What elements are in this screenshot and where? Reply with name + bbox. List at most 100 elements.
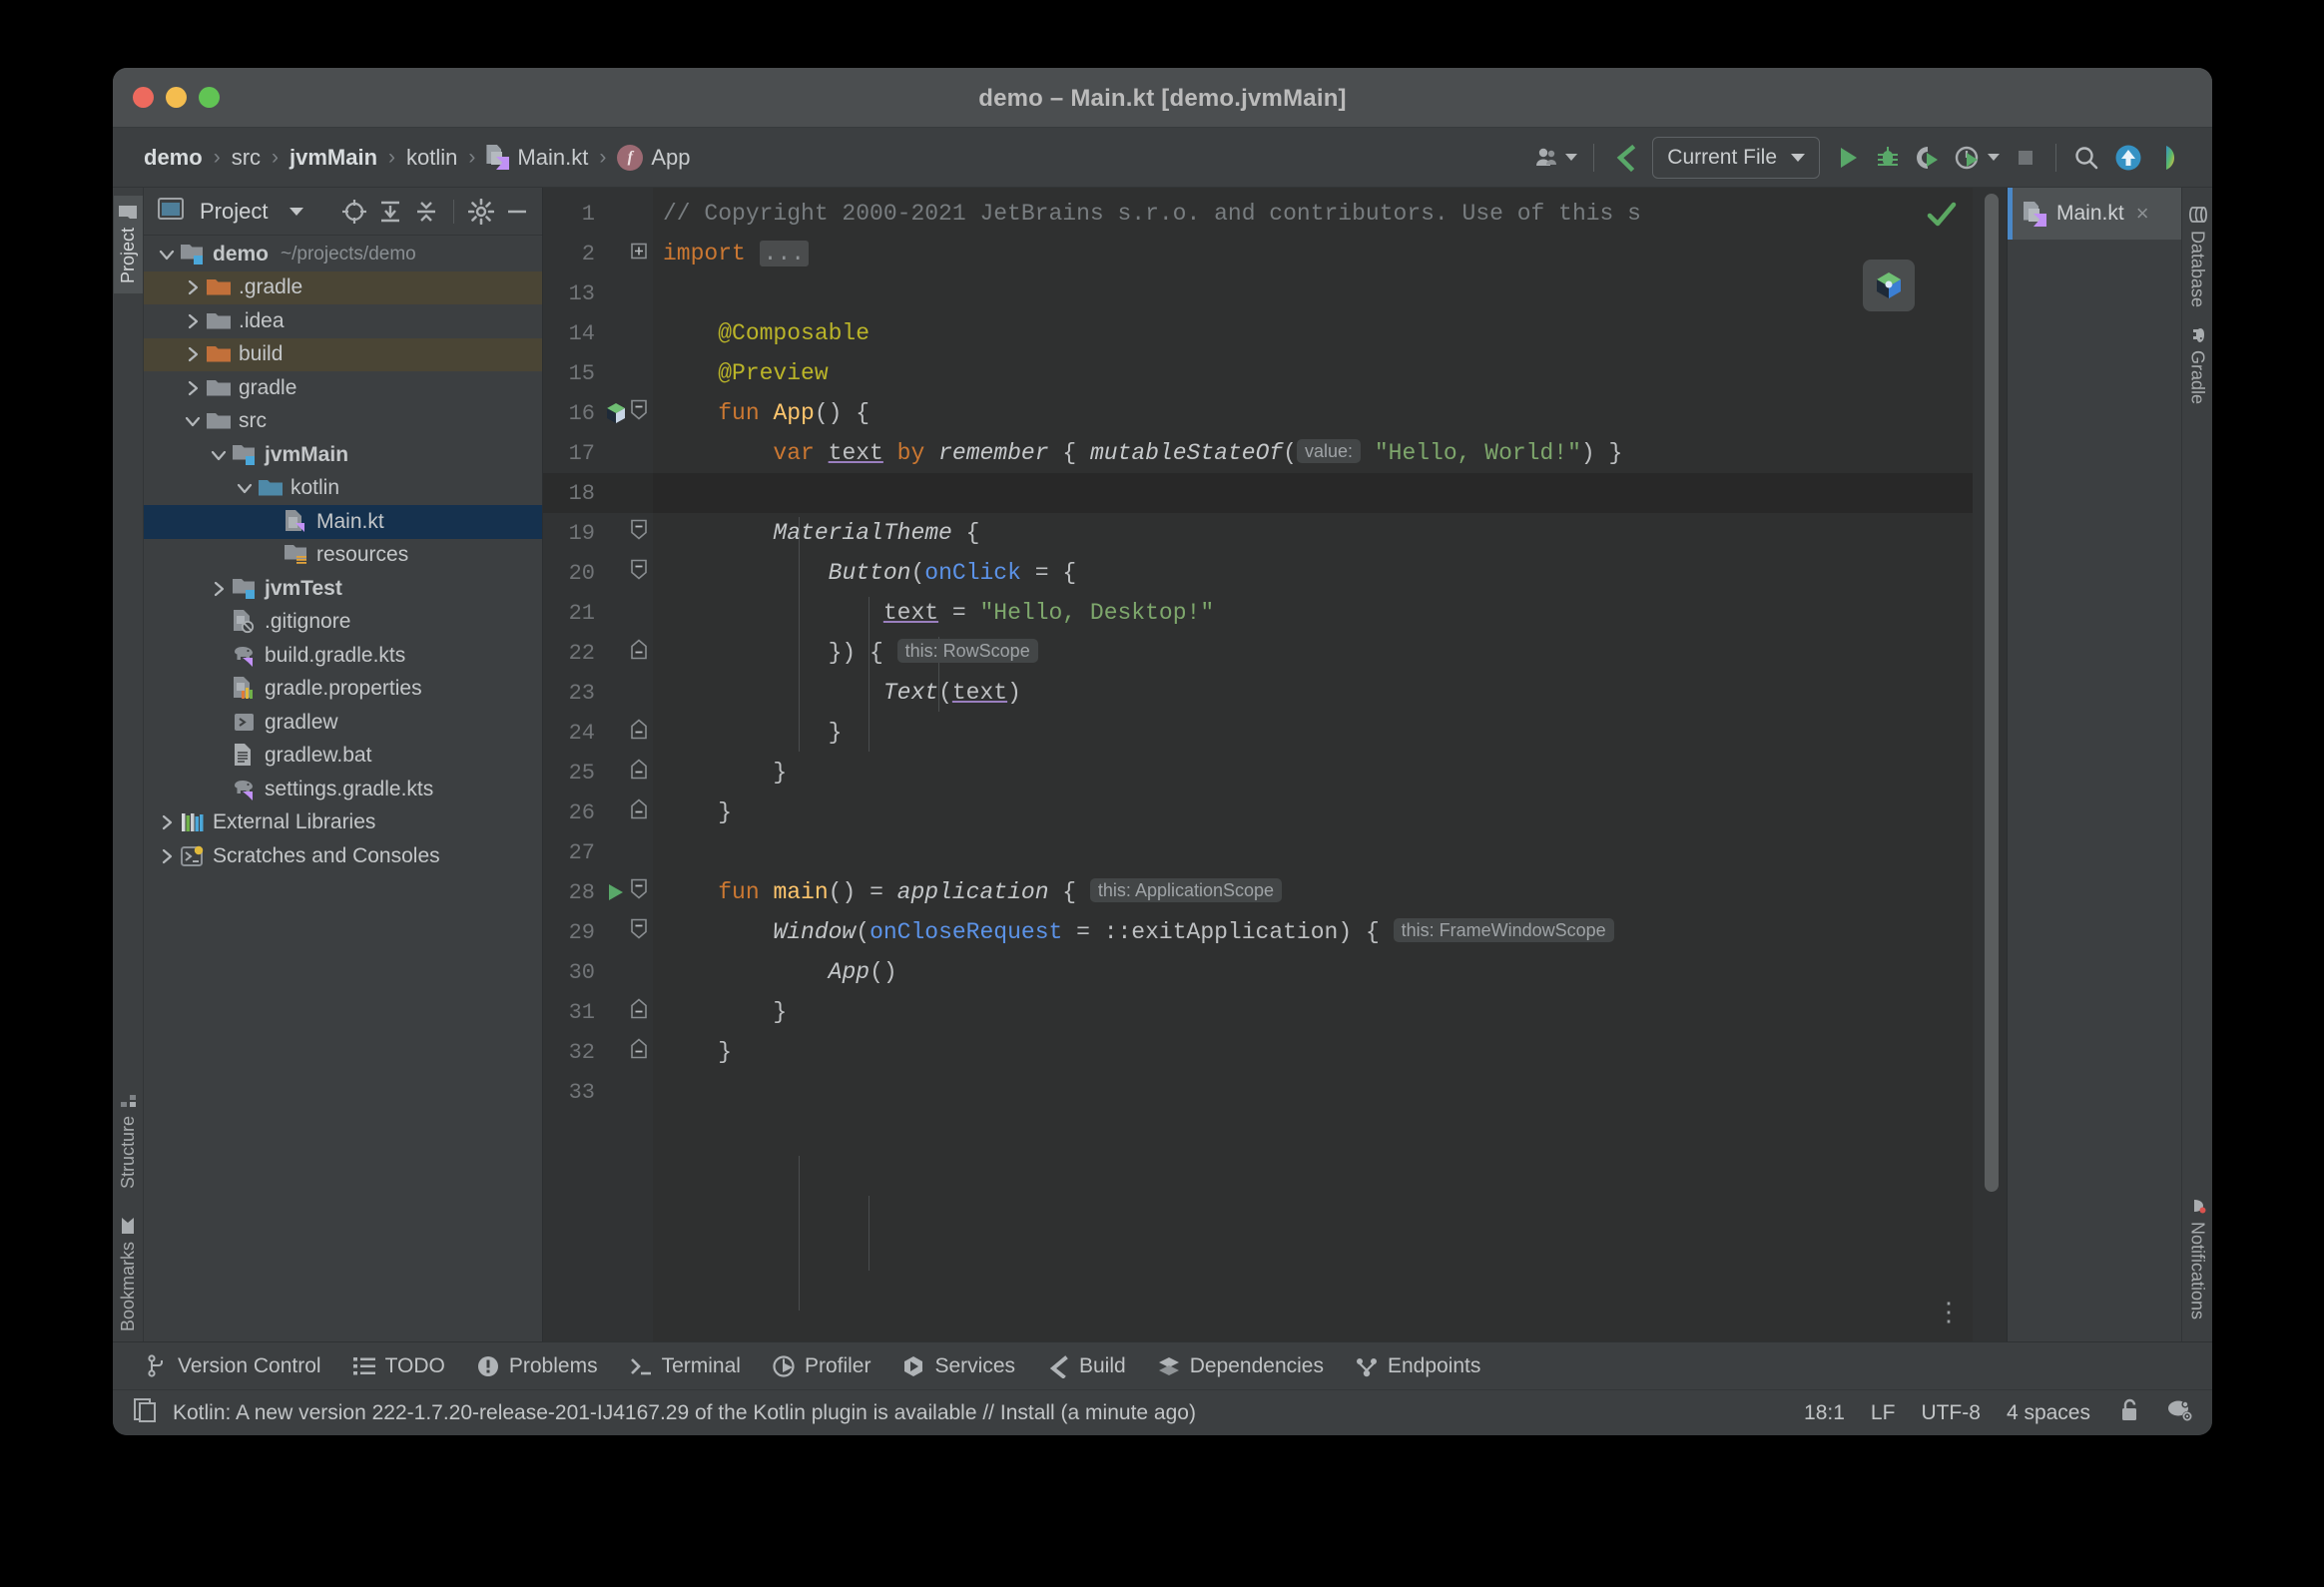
code-line[interactable]: } (653, 713, 1973, 753)
code-fold-plus-icon[interactable] (631, 242, 647, 266)
chevron-right-icon[interactable] (180, 344, 206, 364)
sidebar-item-project[interactable]: Project (114, 196, 143, 293)
code-line[interactable]: Button(onClick = { (653, 553, 1973, 593)
gutter-line[interactable]: 15 (543, 353, 653, 393)
code-line[interactable]: fun main() = application { this: Applica… (653, 872, 1973, 912)
gutter-line[interactable]: 13 (543, 273, 653, 313)
sidebar-item-bookmarks[interactable]: Bookmarks (114, 1199, 143, 1341)
tree-node-build-gradle-kts[interactable]: build.gradle.kts (144, 639, 542, 673)
stop-icon[interactable] (2006, 137, 2045, 179)
indent-setting[interactable]: 4 spaces (2007, 1401, 2090, 1425)
code-line[interactable]: Text(text) (653, 673, 1973, 713)
gutter-line[interactable]: 28 (543, 872, 653, 912)
run-with-coverage-icon[interactable] (1908, 137, 1948, 179)
bottom-tab-build[interactable]: Build (1031, 1348, 1142, 1384)
ide-avatar-icon[interactable] (2150, 137, 2194, 179)
status-message[interactable]: Kotlin: A new version 222-1.7.20-release… (173, 1401, 1196, 1425)
hide-panel-icon[interactable] (502, 197, 532, 227)
bottom-tab-todo[interactable]: TODO (337, 1348, 461, 1384)
bottom-tab-services[interactable]: Services (886, 1348, 1031, 1384)
gutter-line[interactable]: 30 (543, 952, 653, 992)
breadcrumb-item-mainkt[interactable]: Main.kt (479, 143, 595, 173)
tree-node-src[interactable]: src (144, 405, 542, 439)
code-line[interactable]: // Copyright 2000-2021 JetBrains s.r.o. … (653, 194, 1973, 234)
chevron-down-icon[interactable] (180, 411, 206, 431)
code-fold-minus-icon[interactable] (631, 520, 647, 547)
ide-settings-icon[interactable] (2166, 1397, 2194, 1428)
select-opened-file-icon[interactable] (339, 197, 369, 227)
gutter-line[interactable]: 29 (543, 912, 653, 952)
chevron-right-icon[interactable] (180, 378, 206, 398)
sidebar-item-gradle[interactable]: Gradle (2183, 317, 2212, 414)
bottom-tab-terminal[interactable]: Terminal (614, 1348, 757, 1384)
chevron-down-icon[interactable] (154, 245, 180, 264)
code-fold-minus-end-icon[interactable] (631, 640, 647, 667)
gutter-line[interactable]: 33 (543, 1072, 653, 1112)
chevron-right-icon[interactable] (206, 579, 232, 599)
sidebar-item-database[interactable]: Database (2183, 196, 2212, 317)
run-configuration-selector[interactable]: Current File (1652, 137, 1820, 179)
close-icon[interactable]: × (2136, 201, 2149, 227)
code-fold-minus-icon[interactable] (631, 919, 647, 946)
gutter-line[interactable]: 23 (543, 673, 653, 713)
project-tree[interactable]: demo~/projects/demo.gradle.ideabuildgrad… (144, 236, 542, 1341)
run-arrow[interactable] (603, 879, 629, 905)
tree-node--gradle[interactable]: .gradle (144, 271, 542, 305)
profile-icon[interactable] (1948, 137, 2006, 179)
gutter-line[interactable]: 20 (543, 553, 653, 593)
code-line[interactable]: App() (653, 952, 1973, 992)
bottom-tab-endpoints[interactable]: Endpoints (1340, 1348, 1496, 1384)
code-line[interactable]: MaterialTheme { (653, 513, 1973, 553)
tree-node-kotlin[interactable]: kotlin (144, 472, 542, 506)
code-fold-minus-end-icon[interactable] (631, 720, 647, 747)
user-avatar-icon[interactable] (1528, 137, 1583, 179)
tree-node-gradlew[interactable]: gradlew (144, 706, 542, 740)
gutter-line[interactable]: 32 (543, 1032, 653, 1072)
tree-node-external-libraries[interactable]: External Libraries (144, 806, 542, 840)
chevron-down-icon[interactable] (282, 197, 311, 227)
tree-node-gradle-properties[interactable]: gradle.properties (144, 673, 542, 707)
gutter-line[interactable]: 27 (543, 832, 653, 872)
gutter-line[interactable]: 19 (543, 513, 653, 553)
event-log-icon[interactable] (133, 1397, 157, 1428)
code-fold-minus-icon[interactable] (631, 400, 647, 427)
sidebar-item-notifications[interactable]: Notifications (2183, 1187, 2212, 1341)
bottom-tab-version-control[interactable]: Version Control (131, 1348, 337, 1384)
gutter-line[interactable]: 1 (543, 194, 653, 234)
chevron-right-icon[interactable] (154, 846, 180, 866)
tree-node-jvmtest[interactable]: jvmTest (144, 572, 542, 606)
gutter-line[interactable]: 21 (543, 593, 653, 633)
gutter-line[interactable]: 31 (543, 992, 653, 1032)
gutter-line[interactable]: 2 (543, 234, 653, 273)
chevron-right-icon[interactable] (180, 277, 206, 297)
expand-all-icon[interactable] (375, 197, 405, 227)
unlocked-padlock-icon[interactable] (2116, 1397, 2140, 1428)
code-line[interactable]: fun App() { (653, 393, 1973, 433)
gutter-line[interactable]: 14 (543, 313, 653, 353)
code-line[interactable] (653, 1072, 1973, 1112)
tree-node-jvmmain[interactable]: jvmMain (144, 438, 542, 472)
code-fold-minus-icon[interactable] (631, 879, 647, 906)
code-fold-minus-icon[interactable] (631, 560, 647, 587)
tree-node-gradlew-bat[interactable]: gradlew.bat (144, 740, 542, 774)
code-line[interactable]: Window(onCloseRequest = ::exitApplicatio… (653, 912, 1973, 952)
line-separator[interactable]: LF (1871, 1401, 1896, 1425)
search-icon[interactable] (2066, 137, 2106, 179)
editor-scrollbar-thumb[interactable] (1985, 194, 1999, 1192)
code-line[interactable] (653, 273, 1973, 313)
compose-icon[interactable] (603, 400, 629, 426)
code-line[interactable]: } (653, 992, 1973, 1032)
update-project-icon[interactable] (2106, 137, 2150, 179)
code-line[interactable] (653, 473, 1973, 513)
chevron-down-icon[interactable] (232, 478, 258, 498)
chevron-down-icon[interactable] (206, 445, 232, 465)
code-line[interactable]: } (653, 793, 1973, 832)
collapse-all-icon[interactable] (411, 197, 441, 227)
code-line[interactable]: }) { this: RowScope (653, 633, 1973, 673)
sidebar-item-structure[interactable]: Structure (114, 1083, 143, 1199)
breadcrumb-item-jvmmain[interactable]: jvmMain (283, 143, 384, 173)
code-line[interactable]: @Preview (653, 353, 1973, 393)
code-line[interactable]: var text by remember { mutableStateOf(va… (653, 433, 1973, 473)
inspection-status-icon[interactable] (1925, 198, 1959, 237)
gutter-line[interactable]: 22 (543, 633, 653, 673)
